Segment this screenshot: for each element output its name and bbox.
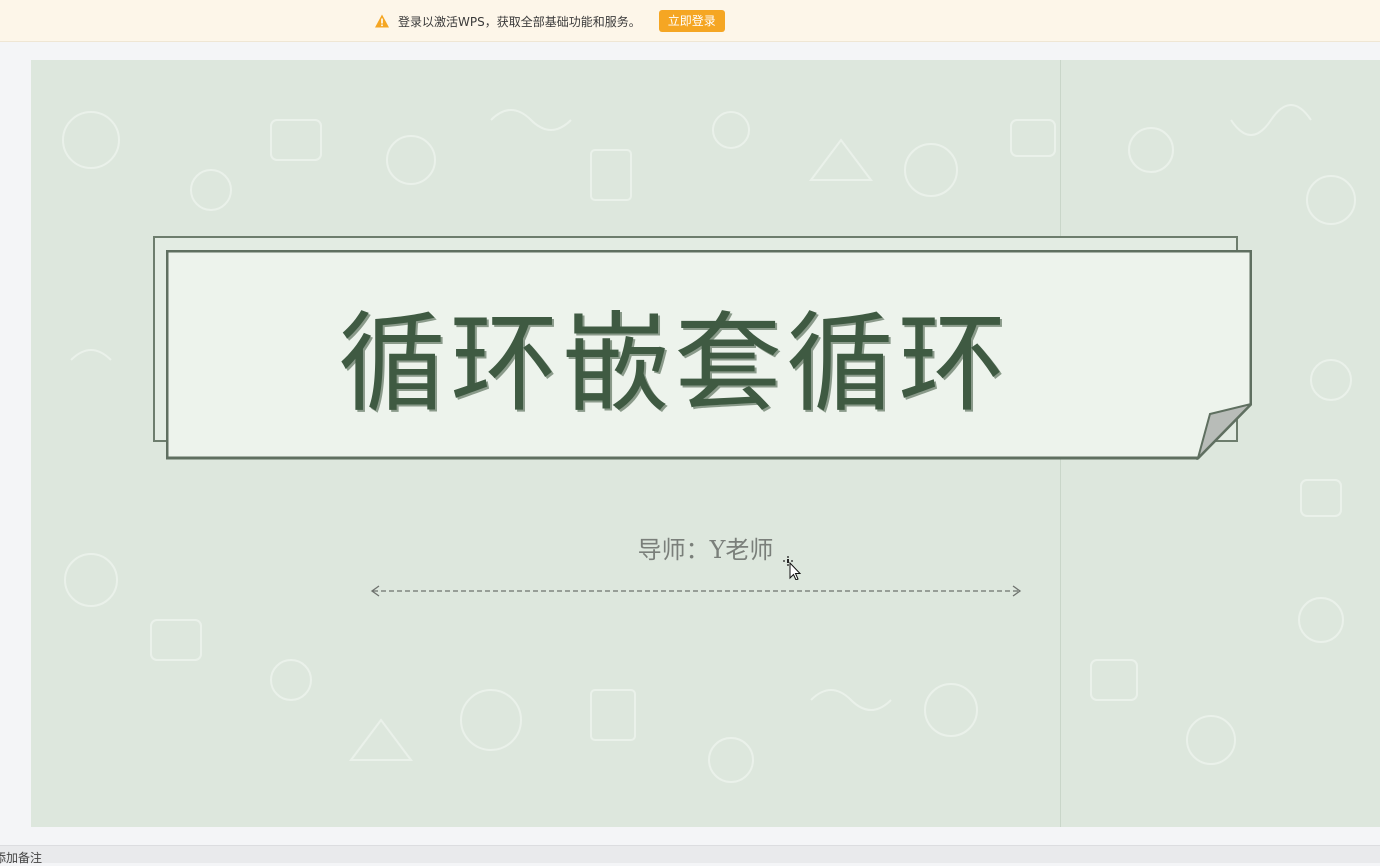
login-now-button[interactable]: 立即登录	[658, 10, 725, 32]
slide-canvas[interactable]: 循环嵌套循环 导师：Y老师	[31, 60, 1380, 827]
double-arrow-line	[370, 585, 1022, 597]
slide-title: 循环嵌套循环	[337, 302, 1010, 427]
title-frame[interactable]: 循环嵌套循环	[166, 250, 1252, 460]
login-notice-text: 登录以激活WPS，获取全部基础功能和服务。	[398, 14, 641, 29]
login-notice-bar: 登录以激活WPS，获取全部基础功能和服务。 立即登录	[0, 0, 1380, 42]
slide-subtitle: 导师：Y老师	[637, 536, 774, 564]
notes-placeholder[interactable]: 添加备注	[0, 849, 42, 866]
warning-icon	[374, 13, 390, 29]
notes-bar[interactable]: 添加备注	[0, 845, 1380, 866]
move-cursor-icon	[783, 556, 802, 580]
